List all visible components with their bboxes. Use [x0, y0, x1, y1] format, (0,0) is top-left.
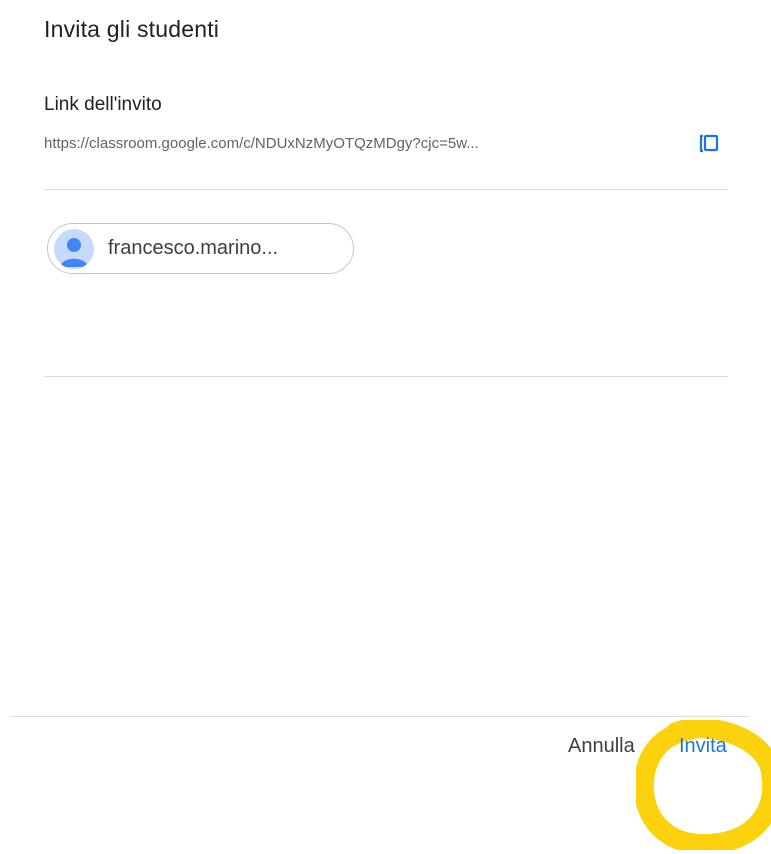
cancel-button[interactable]: Annulla	[568, 728, 635, 764]
recipient-chip[interactable]: francesco.marino...	[47, 223, 354, 274]
footer-divider	[10, 716, 748, 717]
avatar	[54, 228, 94, 269]
copy-link-button[interactable]	[688, 125, 728, 165]
divider	[44, 376, 728, 377]
person-icon	[60, 237, 88, 267]
invite-link-label: Link dell'invito	[44, 94, 162, 115]
invite-link-url: https://classroom.google.com/c/NDUxNzMyO…	[44, 135, 479, 152]
invite-button[interactable]: Invita	[679, 728, 727, 764]
recipient-name: francesco.marino...	[108, 237, 279, 259]
divider	[44, 189, 728, 190]
copy-icon	[699, 134, 719, 153]
dialog-title: Invita gli studenti	[44, 16, 220, 42]
